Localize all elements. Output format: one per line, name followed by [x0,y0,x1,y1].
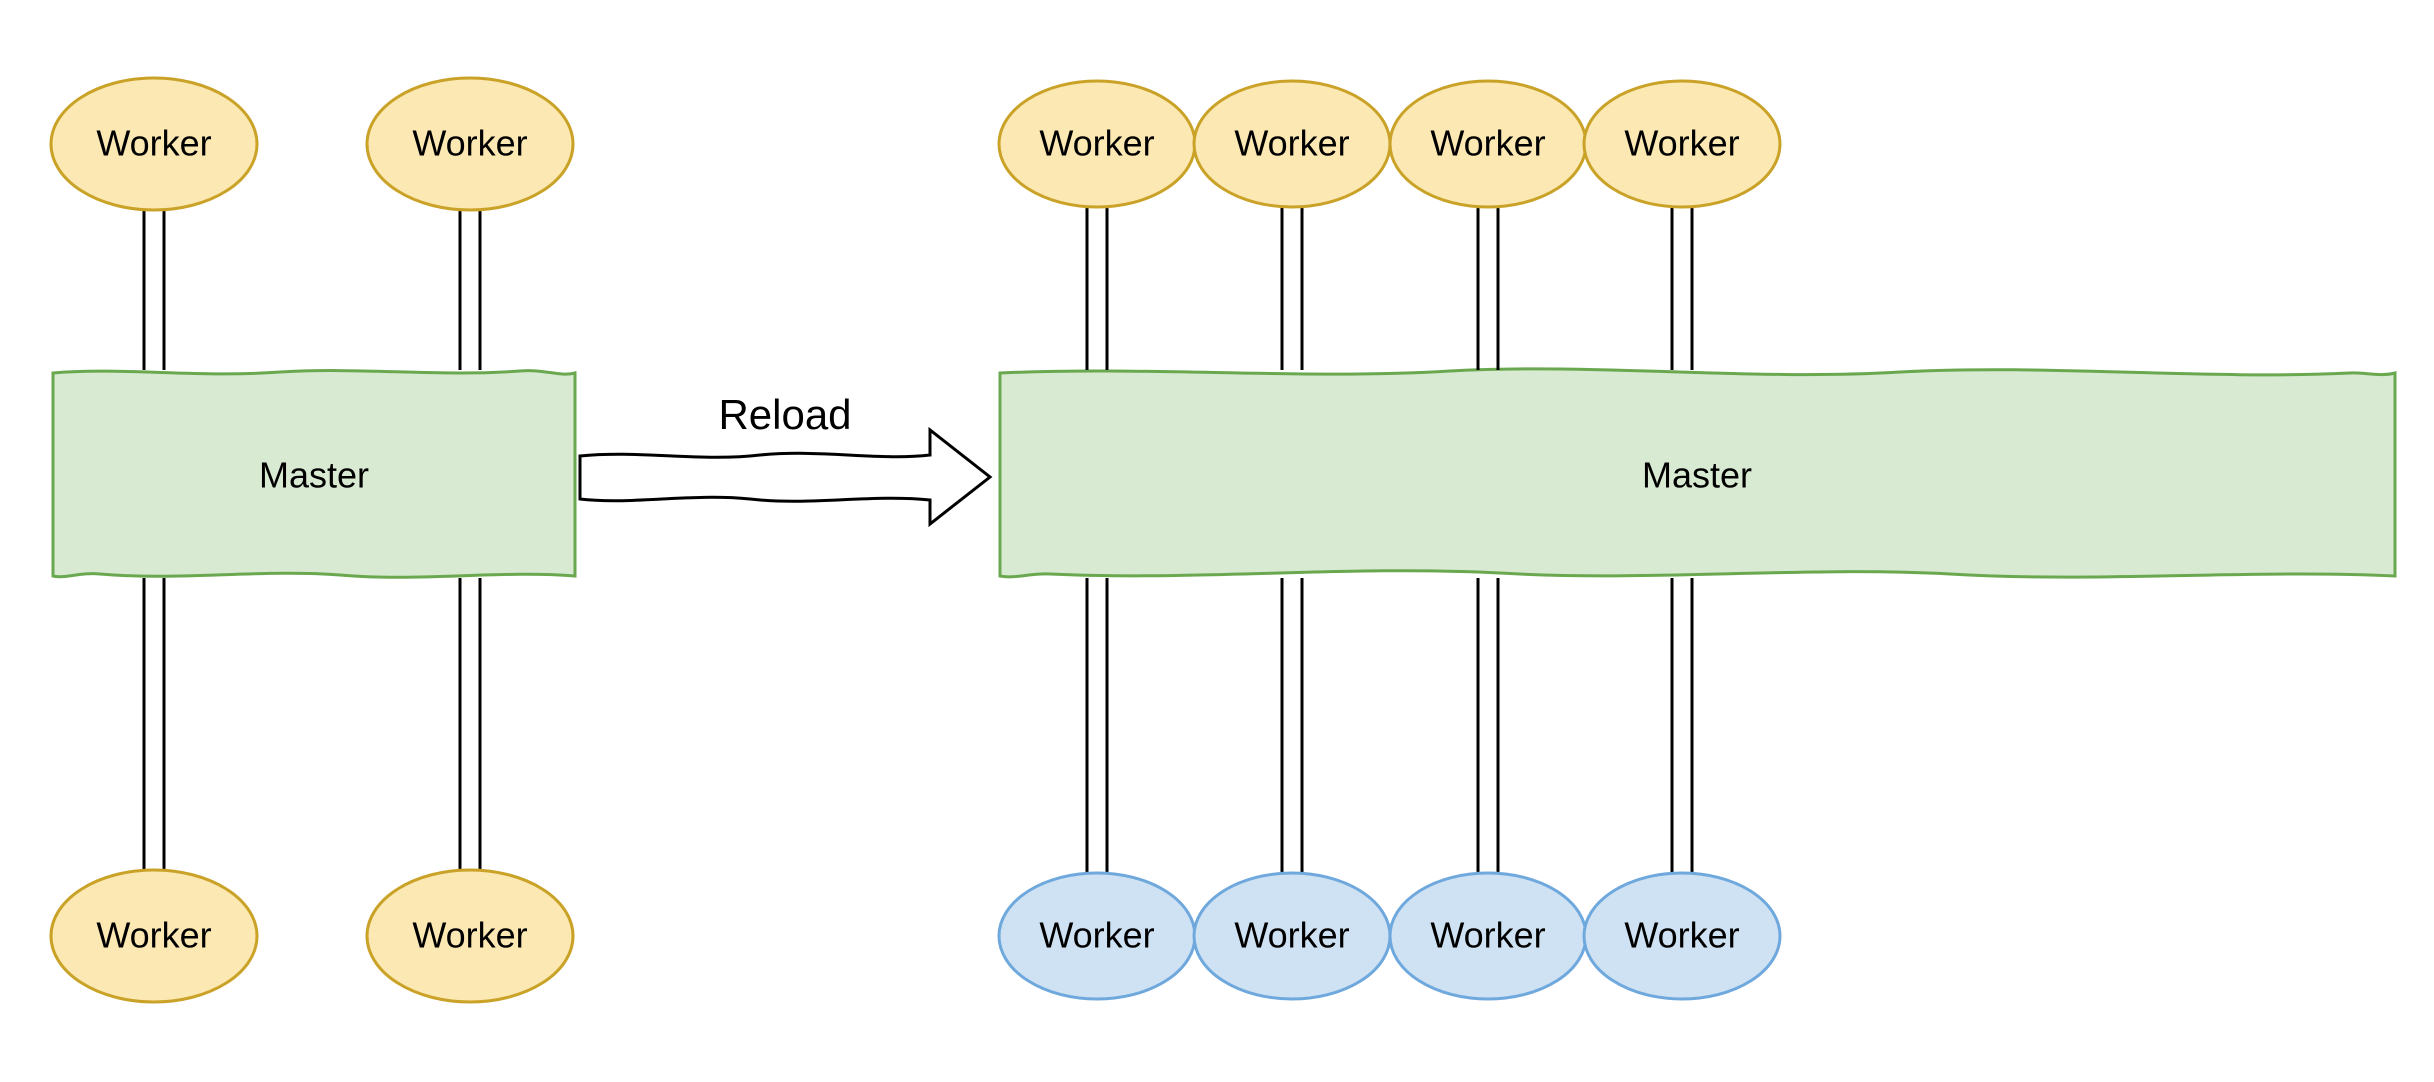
right-top-worker-2: Worker [1390,81,1586,207]
right-bottom-worker-0: Worker [999,873,1195,999]
left-top-worker-0-label: Worker [96,123,211,164]
right-top-connectors [1087,205,1692,370]
right-bottom-worker-3: Worker [1584,873,1780,999]
left-bottom-worker-1: Worker [367,870,573,1002]
right-top-worker-1-label: Worker [1234,123,1349,164]
left-bottom-worker-0-label: Worker [96,915,211,956]
left-master-label: Master [259,455,369,496]
right-top-worker-2-label: Worker [1430,123,1545,164]
right-top-worker-0: Worker [999,81,1195,207]
right-bottom-worker-1: Worker [1194,873,1390,999]
left-bottom-worker-0: Worker [51,870,257,1002]
left-top-worker-0: Worker [51,78,257,210]
right-top-worker-0-label: Worker [1039,123,1154,164]
right-top-worker-3: Worker [1584,81,1780,207]
left-bottom-worker-1-label: Worker [412,915,527,956]
right-bottom-worker-0-label: Worker [1039,915,1154,956]
right-bottom-worker-3-label: Worker [1624,915,1739,956]
right-master-label: Master [1642,455,1752,496]
diagram-canvas: Master Worker Worker Worker Worker Reloa… [0,0,2434,1082]
reload-arrow: Reload [580,391,990,524]
right-bottom-connectors [1087,578,1692,872]
left-top-connectors [144,207,480,370]
right-bottom-worker-2-label: Worker [1430,915,1545,956]
right-master-node: Master [1000,369,2395,577]
right-top-worker-3-label: Worker [1624,123,1739,164]
left-bottom-connectors [144,578,480,872]
right-bottom-worker-1-label: Worker [1234,915,1349,956]
right-bottom-worker-2: Worker [1390,873,1586,999]
left-master-node: Master [53,371,575,578]
right-top-worker-1: Worker [1194,81,1390,207]
reload-arrow-label: Reload [718,391,851,438]
left-top-worker-1-label: Worker [412,123,527,164]
left-top-worker-1: Worker [367,78,573,210]
